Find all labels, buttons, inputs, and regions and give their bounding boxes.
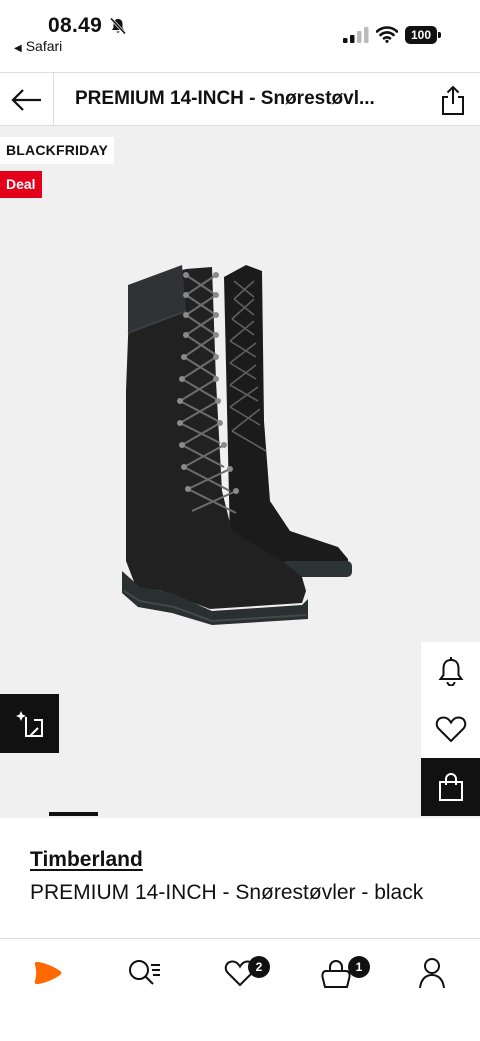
shopping-bag-icon: [438, 773, 463, 801]
product-image-boot: [122, 265, 352, 625]
cellular-signal-icon: [343, 27, 369, 43]
zalando-logo-icon: [34, 962, 62, 984]
bag-count-badge: 1: [348, 956, 370, 978]
product-side-actions: [421, 642, 480, 816]
find-similar-icon: [15, 710, 43, 737]
page-title: PREMIUM 14-INCH - Snørestøvl...: [75, 88, 375, 109]
back-to-app-link[interactable]: ◀ Safari: [14, 38, 62, 54]
back-triangle-icon: ◀: [14, 43, 22, 54]
status-bar: 08.49 ◀ Safari 100: [0, 0, 480, 72]
back-app-label: Safari: [25, 38, 63, 54]
nav-bag[interactable]: 1: [314, 955, 370, 991]
nav-home[interactable]: [26, 955, 70, 991]
nav-wishlist[interactable]: 2: [218, 955, 270, 991]
heart-icon: [435, 716, 466, 743]
wifi-icon: [376, 26, 398, 43]
wishlist-count-badge: 2: [248, 956, 270, 978]
back-button[interactable]: [0, 73, 54, 126]
battery-indicator: 100: [405, 26, 441, 44]
user-icon: [419, 958, 445, 989]
arrow-left-icon: [10, 88, 41, 111]
nav-search[interactable]: [122, 955, 166, 991]
product-name: PREMIUM 14-INCH - Snørestøvler - black: [30, 881, 424, 904]
black-friday-badge: BLACKFRIDAY: [0, 137, 115, 164]
status-time: 08.49: [48, 14, 103, 37]
product-header: PREMIUM 14-INCH - Snørestøvl...: [0, 72, 480, 126]
add-to-bag-button[interactable]: [421, 758, 480, 816]
wishlist-button[interactable]: [421, 700, 480, 758]
bottom-navigation: 2 1: [0, 938, 480, 1041]
deal-badge: Deal: [0, 171, 42, 198]
share-icon: [442, 85, 464, 115]
share-button[interactable]: [426, 73, 480, 126]
battery-level: 100: [405, 26, 437, 44]
product-brand-link[interactable]: Timberland: [30, 848, 143, 872]
shopping-bag-icon: [321, 960, 351, 988]
product-image-gallery[interactable]: BLACKFRIDAY Deal: [0, 126, 480, 818]
battery-cap: [438, 32, 441, 38]
nav-account[interactable]: [410, 955, 454, 991]
notify-button[interactable]: [421, 642, 480, 700]
bell-icon: [438, 657, 463, 686]
find-similar-button[interactable]: [0, 694, 59, 753]
gallery-page-indicator: [49, 812, 98, 816]
search-icon: [129, 960, 160, 985]
bell-slash-icon: [109, 17, 127, 35]
